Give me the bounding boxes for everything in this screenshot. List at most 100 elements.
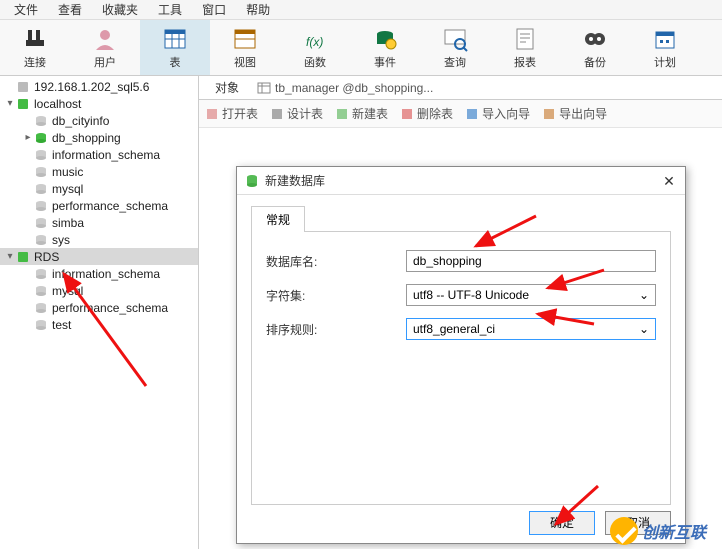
toolbar-label: 表 (170, 54, 181, 70)
toolbar-label: 备份 (584, 54, 606, 70)
db-gray-icon (34, 301, 48, 315)
menu-item[interactable]: 工具 (148, 1, 192, 18)
action-icon (270, 107, 284, 121)
toolbar-query-button[interactable]: 查询 (420, 20, 490, 75)
tree-label: simba (52, 216, 84, 230)
db-name-input[interactable] (406, 250, 656, 272)
menu-item[interactable]: 帮助 (236, 1, 280, 18)
tree-item[interactable]: db_cityinfo (0, 112, 198, 129)
toolbar-report-button[interactable]: 报表 (490, 20, 560, 75)
database-icon (245, 174, 259, 188)
tab-table[interactable]: tb_manager @db_shopping... (257, 81, 433, 95)
tree-label: localhost (34, 97, 81, 111)
expand-chevron-icon: ▾ (4, 251, 16, 262)
sub-toolbar: 打开表 设计表新建表 删除表 导入向导 导出向导 (199, 100, 722, 128)
tree-item[interactable]: mysql (0, 282, 198, 299)
backup-icon (582, 26, 608, 52)
tree-label: RDS (34, 250, 59, 264)
tree-item[interactable]: simba (0, 214, 198, 231)
db-gray-icon (34, 148, 48, 162)
subtoolbar-label: 导入向导 (482, 105, 530, 122)
tree-item[interactable]: performance_schema (0, 197, 198, 214)
toolbar-label: 查询 (444, 54, 466, 70)
toolbar-label: 视图 (234, 54, 256, 70)
conn-green-icon (16, 97, 30, 111)
view-icon (232, 26, 258, 52)
tree-item[interactable]: information_schema (0, 265, 198, 282)
dialog-titlebar: 新建数据库 ✕ (237, 167, 685, 195)
tab-objects[interactable]: 对象 (205, 77, 249, 98)
tree-item[interactable]: ▾localhost (0, 95, 198, 112)
toolbar-fx-button[interactable]: f(x) 函数 (280, 20, 350, 75)
tree-label: mysql (52, 284, 83, 298)
tree-label: sys (52, 233, 70, 247)
menu-item[interactable]: 文件 (4, 1, 48, 18)
tree-item[interactable]: 192.168.1.202_sql5.6 (0, 78, 198, 95)
tree-label: db_shopping (52, 131, 121, 145)
subtoolbar-button[interactable]: 设计表 (270, 105, 323, 122)
tab-table-label: tb_manager @db_shopping... (275, 81, 433, 95)
collate-select[interactable]: utf8_general_ci ⌄ (406, 318, 656, 340)
subtoolbar-label: 导出向导 (559, 105, 607, 122)
toolbar-schedule-button[interactable]: 计划 (630, 20, 700, 75)
subtoolbar-label: 设计表 (287, 105, 323, 122)
tree-label: information_schema (52, 267, 160, 281)
menu-item[interactable]: 收藏夹 (92, 1, 148, 18)
collate-label: 排序规则: (266, 321, 406, 338)
tree-item[interactable]: sys (0, 231, 198, 248)
toolbar-backup-button[interactable]: 备份 (560, 20, 630, 75)
toolbar-table-button[interactable]: 表 (140, 20, 210, 75)
tree-label: test (52, 318, 71, 332)
tree-label: music (52, 165, 83, 179)
tree-label: performance_schema (52, 199, 168, 213)
tree-item[interactable]: ▾ RDS (0, 248, 198, 265)
collate-value: utf8_general_ci (413, 322, 495, 336)
fx-icon: f(x) (302, 26, 328, 52)
subtoolbar-button[interactable]: 导入向导 (465, 105, 530, 122)
charset-label: 字符集: (266, 287, 406, 304)
db-gray-icon (34, 199, 48, 213)
toolbar-view-button[interactable]: 视图 (210, 20, 280, 75)
subtoolbar-button[interactable]: 新建表 (335, 105, 388, 122)
db-name-label: 数据库名: (266, 253, 406, 270)
close-icon[interactable]: ✕ (661, 173, 677, 189)
action-icon (542, 107, 556, 121)
toolbar-label: 连接 (24, 54, 46, 70)
tree-item[interactable]: mysql (0, 180, 198, 197)
subtoolbar-button[interactable]: 打开表 (205, 105, 258, 122)
charset-value: utf8 -- UTF-8 Unicode (413, 288, 529, 302)
subtoolbar-button[interactable]: 删除表 (400, 105, 453, 122)
menu-bar: 文件查看收藏夹工具窗口帮助 (0, 0, 722, 20)
conn-gray-icon (16, 80, 30, 94)
action-icon (400, 107, 414, 121)
toolbar-plug-button[interactable]: 连接 (0, 20, 70, 75)
toolbar-label: 用户 (94, 54, 116, 70)
db-green-icon (34, 131, 48, 145)
action-icon (465, 107, 479, 121)
db-gray-icon (34, 233, 48, 247)
charset-select[interactable]: utf8 -- UTF-8 Unicode ⌄ (406, 284, 656, 306)
db-gray-icon (34, 165, 48, 179)
tree-item[interactable]: performance_schema (0, 299, 198, 316)
subtoolbar-label: 打开表 (222, 105, 258, 122)
svg-text:f(x): f(x) (306, 35, 323, 49)
db-gray-icon (34, 114, 48, 128)
toolbar-label: 函数 (304, 54, 326, 70)
subtoolbar-label: 删除表 (417, 105, 453, 122)
tree-item[interactable]: music (0, 163, 198, 180)
toolbar-label: 计划 (654, 54, 676, 70)
tree-item[interactable]: ▸ db_shopping (0, 129, 198, 146)
connection-tree: 192.168.1.202_sql5.6▾localhostdb_cityinf… (0, 76, 199, 549)
toolbar-user-button[interactable]: 用户 (70, 20, 140, 75)
tab-general[interactable]: 常规 (251, 206, 305, 232)
menu-item[interactable]: 查看 (48, 1, 92, 18)
tree-item[interactable]: information_schema (0, 146, 198, 163)
toolbar-event-button[interactable]: 事件 (350, 20, 420, 75)
menu-item[interactable]: 窗口 (192, 1, 236, 18)
subtoolbar-button[interactable]: 导出向导 (542, 105, 607, 122)
expand-chevron-icon: ▸ (22, 132, 34, 143)
tree-item[interactable]: test (0, 316, 198, 333)
watermark-text: 创新互联 (642, 519, 706, 543)
ok-button[interactable]: 确定 (529, 511, 595, 535)
plug-icon (22, 26, 48, 52)
